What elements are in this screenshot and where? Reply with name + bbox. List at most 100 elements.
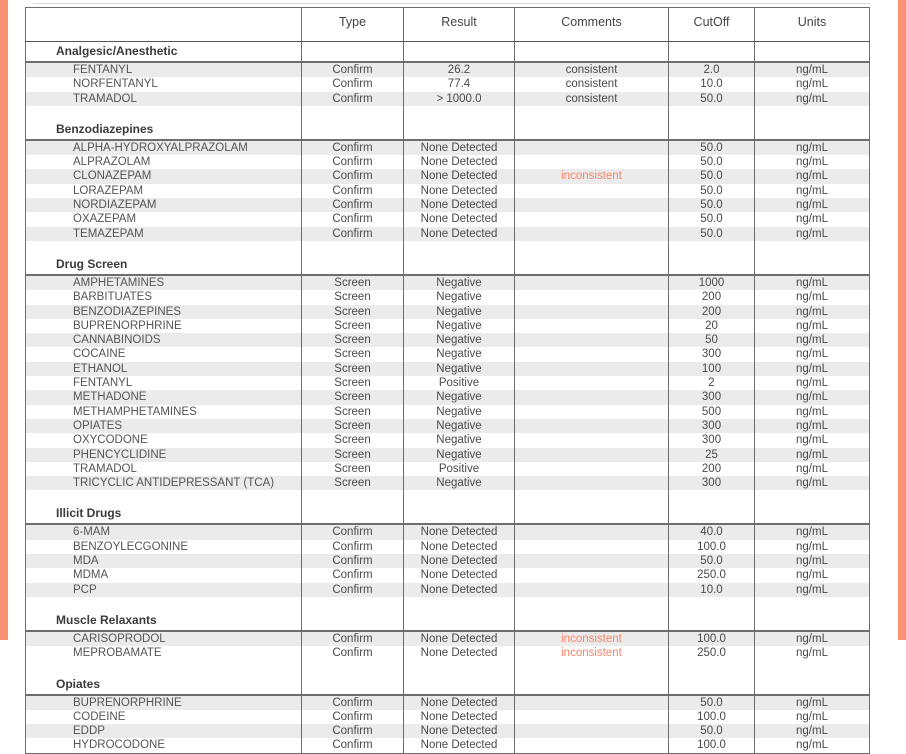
cell-units: ng/mL (754, 738, 870, 754)
cell-cutoff: 300 (668, 476, 755, 491)
cell-result: None Detected (403, 155, 515, 170)
cell-cutoff: 50.0 (668, 694, 755, 710)
table-row: AMPHETAMINES Screen Negative 1000 ng/mL (25, 274, 870, 291)
cell-comments (514, 347, 669, 362)
cell-type: Screen (301, 290, 404, 305)
table-row: PCP Confirm None Detected 10.0 ng/mL (25, 582, 870, 597)
cell-cutoff: 50.0 (668, 139, 755, 156)
cell-units: ng/mL (754, 646, 870, 661)
cell-result: Negative (403, 404, 515, 419)
group-header-cell (668, 254, 755, 276)
cell-analyte: METHAMPHETAMINES (25, 404, 302, 419)
table-row: LORAZEPAM Confirm None Detected 50.0 ng/mL (25, 183, 870, 199)
cell-cutoff: 300 (668, 390, 755, 405)
cell-type: Confirm (301, 554, 404, 569)
cell-units: ng/mL (754, 390, 870, 405)
cell-units: ng/mL (754, 290, 870, 305)
group-spacer-row (25, 105, 870, 120)
table-row: TRICYCLIC ANTIDEPRESSANT (TCA) Screen Nega… (25, 476, 870, 491)
cell-units: ng/mL (754, 139, 870, 156)
cell-comments (514, 724, 669, 739)
cell-units: ng/mL (754, 376, 870, 391)
cell-result: None Detected (403, 554, 515, 569)
cell-cutoff: 25 (668, 447, 755, 462)
cell-type: Screen (301, 361, 404, 377)
cell-analyte: FENTANYL (25, 376, 302, 391)
cell-type: Confirm (301, 183, 404, 199)
cell-comments (514, 361, 669, 377)
table-row: TRAMADOL Confirm > 1000.0 consistent 50.0 ng/… (25, 91, 870, 106)
cell-cutoff: 10.0 (668, 582, 755, 597)
group-header-row: Benzodiazepines (25, 119, 870, 141)
table-row: 6-MAM Confirm None Detected 40.0 ng/mL (25, 524, 870, 540)
cell-comments (514, 139, 669, 156)
table-row: FENTANYL Screen Positive 2 ng/mL (25, 376, 870, 391)
comment-consistent-text: consistent (565, 64, 618, 76)
table-row: COCAINE Screen Negative 300 ng/mL (25, 347, 870, 362)
cell-comments (514, 738, 669, 754)
group-header-cell (514, 610, 669, 632)
cell-cutoff: 500 (668, 404, 755, 419)
cell-units: ng/mL (754, 433, 870, 448)
spacer-cell (668, 490, 755, 505)
cell-type: Confirm (301, 568, 404, 583)
table-row: CANNABINOIDS Screen Negative 50 ng/mL (25, 333, 870, 348)
cell-cutoff: 1000 (668, 274, 755, 291)
cell-units: ng/mL (754, 318, 870, 334)
cell-result: Positive (403, 376, 515, 391)
group-header-cell (403, 504, 515, 526)
cell-type: Screen (301, 318, 404, 334)
cell-units: ng/mL (754, 539, 870, 555)
cell-units: ng/mL (754, 333, 870, 348)
cell-type: Screen (301, 418, 404, 434)
cell-cutoff: 50 (668, 333, 755, 348)
cell-type: Screen (301, 461, 404, 477)
spacer-cell (301, 660, 404, 675)
cell-cutoff: 100.0 (668, 709, 755, 725)
cell-type: Screen (301, 476, 404, 491)
table-row: CODEINE Confirm None Detected 100.0 ng/mL (25, 709, 870, 725)
spacer-cell (514, 240, 669, 255)
table-row: BUPRENORPHRINE Confirm None Detected 50.0 ng… (25, 694, 870, 710)
cell-type: Confirm (301, 77, 404, 92)
cell-cutoff: 250.0 (668, 568, 755, 583)
spacer-cell (301, 596, 404, 611)
cell-analyte: BENZODIAZEPINES (25, 304, 302, 319)
cell-units: ng/mL (754, 524, 870, 540)
table-row: OXAZEPAM Confirm None Detected 50.0 ng/mL (25, 212, 870, 227)
cell-result: Negative (403, 418, 515, 434)
table-row: TEMAZEPAM Confirm None Detected 50.0 ng/mL (25, 226, 870, 241)
cell-units: ng/mL (754, 461, 870, 477)
cell-units: ng/mL (754, 226, 870, 241)
cell-result: Negative (403, 333, 515, 348)
comment-inconsistent-flag: inconsistent (561, 632, 622, 645)
spacer-cell (25, 105, 302, 120)
cell-units: ng/mL (754, 347, 870, 362)
cell-type: Confirm (301, 539, 404, 555)
cell-comments (514, 476, 669, 491)
cell-cutoff: 50.0 (668, 198, 755, 213)
cell-result: None Detected (403, 568, 515, 583)
group-header-cell (403, 119, 515, 141)
cell-type: Confirm (301, 646, 404, 661)
cell-comments (514, 582, 669, 597)
group-header-cell (514, 119, 669, 141)
cell-analyte: TRAMADOL (25, 91, 302, 106)
cell-type: Screen (301, 304, 404, 319)
cell-cutoff: 100.0 (668, 630, 755, 647)
cell-analyte: ALPHA-HYDROXYALPRAZOLAM (25, 139, 302, 156)
cell-result: None Detected (403, 724, 515, 739)
cell-cutoff: 300 (668, 418, 755, 434)
cell-cutoff: 100 (668, 361, 755, 377)
cell-type: Screen (301, 404, 404, 419)
cell-analyte: COCAINE (25, 347, 302, 362)
cell-comments (514, 212, 669, 227)
spacer-cell (668, 240, 755, 255)
group-header-cell (403, 41, 515, 63)
cell-comments (514, 447, 669, 462)
cell-analyte: BUPRENORPHRINE (25, 694, 302, 710)
spacer-cell (754, 240, 870, 255)
spacer-cell (25, 660, 302, 675)
cell-cutoff: 200 (668, 290, 755, 305)
group-title: Opiates (25, 674, 302, 696)
